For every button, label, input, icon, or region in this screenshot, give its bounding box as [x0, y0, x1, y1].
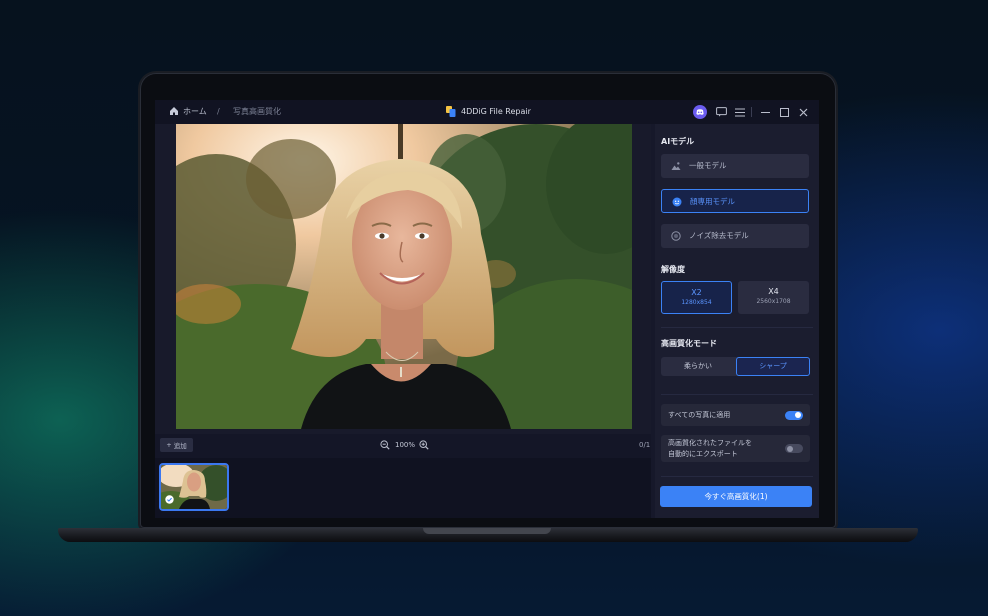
- model-denoise-label: ノイズ除去モデル: [689, 231, 749, 240]
- auto-export-label-line1: 高画質化されたファイルを: [668, 439, 752, 447]
- zoom-level: 100%: [395, 441, 416, 449]
- feedback-icon[interactable]: [714, 105, 728, 119]
- check-icon: [165, 495, 174, 504]
- resolution-title: 解像度: [661, 265, 685, 274]
- apply-all-toggle[interactable]: [785, 410, 803, 420]
- zoom-in-icon[interactable]: [419, 440, 429, 450]
- resolution-x2-button[interactable]: X2 1280x854: [661, 281, 732, 314]
- settings-panel: AIモデル 一般モデル 顔専用モデル ノイズ除去モデル 解像度 X2 1280x…: [655, 124, 819, 518]
- app-logo-icon: [446, 106, 456, 117]
- breadcrumb-home[interactable]: ホーム: [183, 106, 207, 118]
- model-face-button[interactable]: 顔専用モデル: [661, 189, 809, 213]
- auto-export-toggle[interactable]: [785, 444, 803, 453]
- app-title: 4DDiG File Repair: [461, 107, 531, 116]
- breadcrumb-current: 写真高画質化: [233, 107, 281, 116]
- ai-model-title: AIモデル: [661, 137, 695, 146]
- add-button-label: 追加: [173, 442, 187, 450]
- model-general-button[interactable]: 一般モデル: [661, 154, 809, 178]
- face-icon: [672, 197, 682, 207]
- title-bar: ホーム / 写真高画質化 4DDiG File Repair: [155, 100, 819, 124]
- circle-icon: [671, 231, 681, 241]
- resolution-x2-label: X2: [691, 288, 702, 297]
- apply-all-row: すべての写真に適用: [661, 404, 810, 426]
- zoom-out-icon[interactable]: [380, 440, 390, 450]
- resolution-x4-size: 2560x1708: [756, 298, 791, 305]
- panel-divider: [661, 327, 813, 328]
- model-face-label: 顔専用モデル: [690, 197, 735, 206]
- minimize-icon[interactable]: [758, 105, 772, 119]
- resolution-x2-size: 1280x854: [681, 299, 712, 306]
- thumbnail-item[interactable]: [159, 463, 229, 511]
- breadcrumb-separator: /: [217, 107, 220, 116]
- app-window: ホーム / 写真高画質化 4DDiG File Repair + 追加 100%…: [155, 100, 819, 518]
- laptop-notch: [423, 528, 551, 534]
- mode-sharp-option[interactable]: シャープ: [736, 357, 810, 376]
- home-icon[interactable]: [169, 106, 179, 116]
- resolution-x4-label: X4: [768, 287, 779, 296]
- photo-preview[interactable]: [176, 124, 632, 429]
- mode-soft-option[interactable]: 柔らかい: [661, 357, 735, 376]
- resolution-x4-button[interactable]: X4 2560x1708: [738, 281, 809, 314]
- auto-export-row: 高画質化されたファイルを 自動的にエクスポート: [661, 435, 810, 462]
- landscape-icon: [671, 162, 681, 170]
- discord-icon[interactable]: [693, 105, 707, 119]
- model-general-label: 一般モデル: [689, 161, 727, 170]
- model-denoise-button[interactable]: ノイズ除去モデル: [661, 224, 809, 248]
- mode-title: 高画質化モード: [661, 339, 717, 348]
- panel-divider: [661, 394, 813, 395]
- plus-icon: +: [166, 441, 172, 449]
- menu-icon[interactable]: [733, 105, 747, 119]
- panel-divider: [661, 476, 813, 477]
- maximize-icon[interactable]: [777, 105, 791, 119]
- apply-all-label: すべての写真に適用: [668, 411, 731, 419]
- portrait-photo: [176, 124, 632, 429]
- photo-preview-area: [155, 124, 651, 434]
- mode-selector: 柔らかい シャープ: [661, 357, 810, 376]
- thumbnail-strip: [155, 458, 651, 518]
- enhance-now-button[interactable]: 今すぐ高画質化(1): [660, 486, 812, 507]
- auto-export-label-line2: 自動的にエクスポート: [668, 450, 738, 458]
- page-count: 0/1: [639, 441, 651, 449]
- titlebar-divider: [751, 107, 752, 117]
- close-icon[interactable]: [796, 105, 810, 119]
- add-button[interactable]: + 追加: [160, 438, 193, 452]
- canvas-toolbar: + 追加 100% 0/1: [155, 434, 651, 458]
